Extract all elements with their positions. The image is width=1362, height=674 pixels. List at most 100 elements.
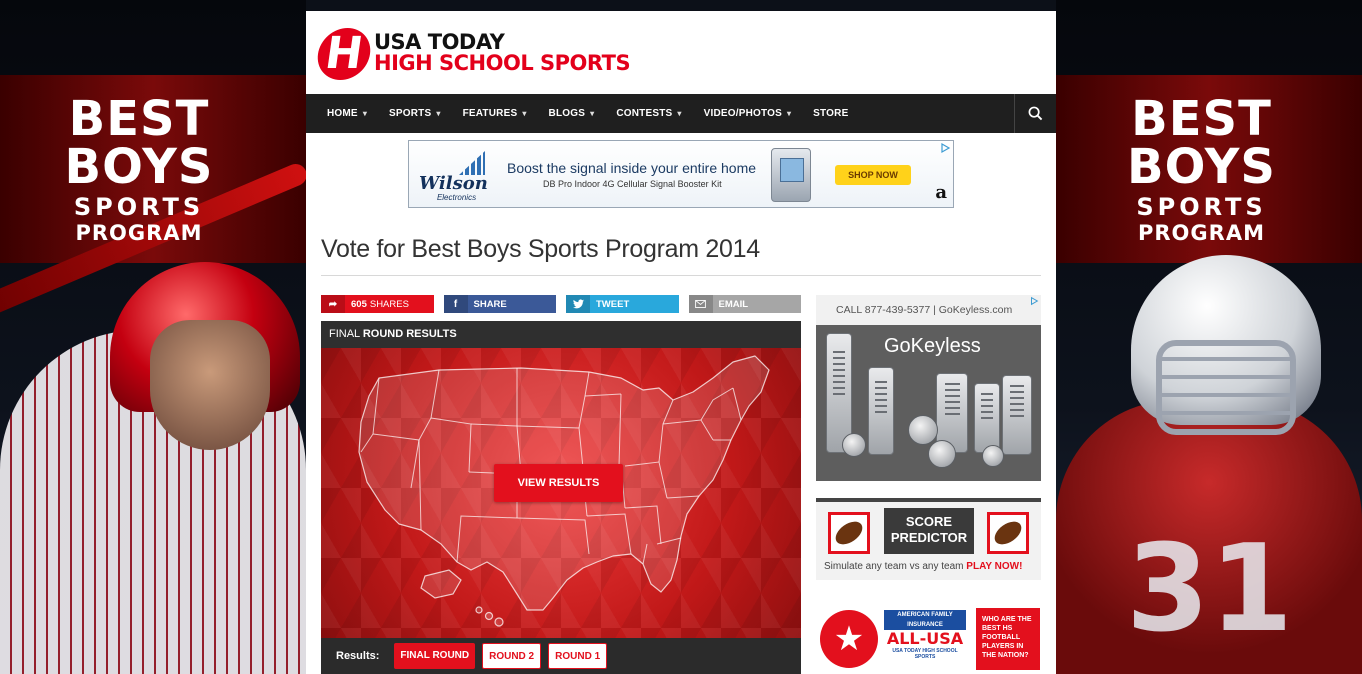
signal-bars-icon bbox=[459, 151, 485, 175]
nav-item-sports[interactable]: SPORTS ▾ bbox=[378, 94, 452, 133]
skin-title-right: BEST BOYS SPORTS PROGRAM bbox=[1056, 95, 1362, 244]
score-predictor-ad[interactable]: SCORE PREDICTOR Simulate any team vs any… bbox=[816, 498, 1041, 580]
facebook-share-button[interactable]: f SHARE bbox=[443, 295, 556, 313]
site-logo[interactable]: USA TODAY HIGH SCHOOL SPORTS bbox=[374, 30, 631, 75]
adchoices-icon[interactable] bbox=[1029, 296, 1039, 306]
share-count: 605 bbox=[351, 298, 367, 310]
score-predictor-subtext: Simulate any team vs any team PLAY NOW! bbox=[824, 561, 1022, 572]
gokeyless-ad[interactable]: CALL 877-439-5377 | GoKeyless.com GoKeyl… bbox=[816, 295, 1041, 481]
twitter-tweet-button[interactable]: TWEET bbox=[566, 295, 679, 313]
divider bbox=[321, 275, 1041, 276]
us-map[interactable]: VIEW RESULTS bbox=[321, 348, 801, 638]
door-knob-image bbox=[982, 445, 1004, 467]
all-usa-question: WHO ARE THE BEST HS FOOTBALL PLAYERS IN … bbox=[976, 608, 1040, 670]
left-skin-ad[interactable]: BEST BOYS SPORTS PROGRAM bbox=[0, 0, 306, 674]
facebook-icon: f bbox=[443, 295, 468, 313]
nav-item-blogs[interactable]: BLOGS ▾ bbox=[538, 94, 606, 133]
signal-booster-image bbox=[771, 148, 811, 202]
score-predictor-line: PREDICTOR bbox=[890, 530, 968, 545]
keypad-lock-image bbox=[868, 367, 894, 455]
main-content: H USA TODAY HIGH SCHOOL SPORTS HOME ▾ SPO… bbox=[306, 11, 1056, 674]
results-label: Results: bbox=[336, 650, 380, 662]
results-header-prefix: FINAL bbox=[329, 328, 360, 340]
nav-label: BLOGS bbox=[548, 108, 586, 119]
results-panel: FINAL ROUND RESULTS VIEW RESULTS Results… bbox=[321, 321, 801, 674]
ad-brand: Wilson bbox=[419, 173, 488, 194]
share-bar: ➦ 605 SHARES f SHARE TWEET EMAIL bbox=[321, 295, 801, 313]
skin-title-line: PROGRAM bbox=[1138, 221, 1265, 245]
round-button-2[interactable]: ROUND 2 bbox=[482, 643, 542, 669]
nav-item-contests[interactable]: CONTESTS ▾ bbox=[605, 94, 692, 133]
score-predictor-title: SCORE PREDICTOR bbox=[884, 508, 974, 554]
chevron-down-icon: ▾ bbox=[362, 109, 368, 118]
skin-title-line: BOYS bbox=[1126, 139, 1276, 195]
chevron-down-icon: ▾ bbox=[786, 109, 792, 118]
ad-subline: DB Pro Indoor 4G Cellular Signal Booster… bbox=[543, 179, 722, 189]
round-selector: Results: FINAL ROUND ROUND 2 ROUND 1 bbox=[321, 638, 801, 674]
ad-brand-sub: Electronics bbox=[436, 193, 477, 202]
search-button[interactable] bbox=[1014, 94, 1056, 133]
football-icon bbox=[987, 512, 1029, 554]
keypad-lock-image bbox=[1002, 375, 1032, 455]
gokeyless-top-text: CALL 877-439-5377 | GoKeyless.com bbox=[816, 295, 1041, 325]
nav-label: SPORTS bbox=[389, 108, 432, 119]
amazon-icon: a bbox=[935, 182, 947, 203]
shop-now-button[interactable]: SHOP NOW bbox=[835, 165, 911, 185]
nav-item-features[interactable]: FEATURES ▾ bbox=[452, 94, 538, 133]
player-face-image bbox=[150, 320, 270, 450]
nav-item-store[interactable]: STORE bbox=[802, 94, 859, 133]
banner-ad[interactable]: Wilson Electronics Boost the signal insi… bbox=[408, 140, 954, 208]
door-knob-image bbox=[928, 440, 956, 468]
nav-item-video-photos[interactable]: VIDEO/PHOTOS ▾ bbox=[693, 94, 803, 133]
right-skin-ad[interactable]: 31 BEST BOYS SPORTS PROGRAM bbox=[1056, 0, 1362, 674]
skin-title-line: SPORTS bbox=[73, 193, 205, 221]
nav-label: VIDEO/PHOTOS bbox=[703, 108, 782, 119]
email-icon bbox=[688, 295, 713, 313]
gokeyless-brand: GoKeyless bbox=[884, 335, 981, 357]
page-title: Vote for Best Boys Sports Program 2014 bbox=[321, 235, 760, 263]
site-header: H USA TODAY HIGH SCHOOL SPORTS bbox=[306, 11, 1056, 94]
skin-title-line: BEST bbox=[1131, 91, 1272, 147]
wilson-logo: Wilson Electronics bbox=[419, 151, 494, 202]
search-icon bbox=[1028, 106, 1043, 121]
nav-label: FEATURES bbox=[462, 108, 518, 119]
star-icon: ★ bbox=[820, 610, 878, 668]
skin-title-left: BEST BOYS SPORTS PROGRAM bbox=[0, 95, 306, 244]
nav-label: HOME bbox=[327, 108, 358, 119]
view-results-button[interactable]: VIEW RESULTS bbox=[494, 464, 623, 502]
nav-label: CONTESTS bbox=[616, 108, 673, 119]
share-arrow-icon: ➦ bbox=[321, 295, 345, 313]
email-share-button[interactable]: EMAIL bbox=[688, 295, 801, 313]
score-predictor-line: SCORE bbox=[905, 514, 953, 529]
round-button-final[interactable]: FINAL ROUND bbox=[394, 643, 476, 669]
all-usa-logo: AMERICAN FAMILY INSURANCE ALL-USA USA TO… bbox=[884, 610, 966, 660]
football-icon bbox=[828, 512, 870, 554]
all-usa-title: ALL-USA bbox=[886, 629, 964, 648]
chevron-down-icon: ▾ bbox=[436, 109, 441, 118]
facemask-image bbox=[1156, 340, 1296, 435]
jersey-number: 31 bbox=[1126, 520, 1293, 659]
nav-label: STORE bbox=[813, 108, 849, 119]
chevron-down-icon: ▾ bbox=[677, 109, 682, 118]
all-usa-ad[interactable]: ★ AMERICAN FAMILY INSURANCE ALL-USA USA … bbox=[816, 602, 1041, 674]
twitter-icon bbox=[566, 295, 590, 313]
email-share-label: EMAIL bbox=[718, 298, 749, 310]
round-button-1[interactable]: ROUND 1 bbox=[548, 643, 608, 669]
logo-line-1: USA TODAY bbox=[374, 30, 505, 54]
twitter-tweet-label: TWEET bbox=[596, 298, 630, 310]
chevron-down-icon: ▾ bbox=[522, 109, 527, 118]
skin-title-line: SPORTS bbox=[1136, 193, 1267, 221]
logo-line-2: HIGH SCHOOL SPORTS bbox=[374, 51, 631, 75]
nav-item-home[interactable]: HOME ▾ bbox=[306, 94, 378, 133]
results-header-bold: ROUND RESULTS bbox=[362, 328, 457, 340]
insurance-line-1: AMERICAN FAMILY bbox=[884, 610, 966, 620]
skin-title-line: PROGRAM bbox=[75, 221, 203, 245]
results-panel-header: FINAL ROUND RESULTS bbox=[321, 321, 801, 348]
logo-h-icon[interactable]: H bbox=[314, 28, 374, 80]
chevron-down-icon: ▾ bbox=[590, 109, 595, 118]
play-now-link[interactable]: PLAY NOW! bbox=[966, 561, 1022, 572]
share-count-label: SHARES bbox=[369, 298, 409, 310]
score-predictor-sub: Simulate any team vs any team bbox=[824, 561, 964, 572]
adchoices-icon[interactable] bbox=[939, 142, 951, 154]
share-count-button[interactable]: ➦ 605 SHARES bbox=[321, 295, 434, 313]
